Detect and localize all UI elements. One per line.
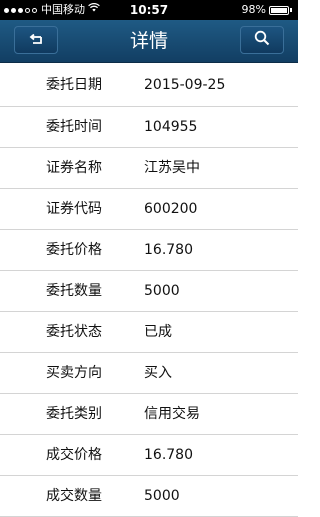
detail-value: 信用交易 <box>144 406 200 422</box>
detail-label: 委托类别 <box>46 406 102 422</box>
detail-row: 成交数量 5000 <box>0 476 298 517</box>
detail-list: 委托日期 2015-09-25 委托时间 104955 证券名称 江苏吴中 证券… <box>0 63 298 517</box>
detail-label: 证券代码 <box>46 201 102 217</box>
detail-value: 江苏吴中 <box>144 160 200 176</box>
detail-row: 委托状态 已成 <box>0 312 298 353</box>
detail-row: 委托数量 5000 <box>0 271 298 312</box>
detail-value: 买入 <box>144 365 172 381</box>
battery-icon <box>269 5 289 15</box>
detail-value: 5000 <box>144 283 180 299</box>
detail-row: 买卖方向 买入 <box>0 353 298 394</box>
detail-row: 委托价格 16.780 <box>0 230 298 271</box>
status-right: 98% <box>242 0 292 20</box>
detail-label: 委托时间 <box>46 119 102 135</box>
back-arrow-icon <box>28 31 44 50</box>
detail-row: 证券名称 江苏吴中 <box>0 148 298 189</box>
detail-value: 104955 <box>144 119 198 135</box>
detail-label: 成交数量 <box>46 488 102 504</box>
detail-label: 委托日期 <box>46 77 102 93</box>
detail-row: 证券代码 600200 <box>0 189 298 230</box>
status-bar: 中国移动 10:57 98% <box>0 0 298 20</box>
battery-fill <box>271 7 287 13</box>
detail-value: 2015-09-25 <box>144 77 226 93</box>
search-icon <box>254 30 270 50</box>
detail-label: 证券名称 <box>46 160 102 176</box>
detail-label: 成交价格 <box>46 447 102 463</box>
detail-label: 委托状态 <box>46 324 102 340</box>
detail-value: 16.780 <box>144 447 193 463</box>
detail-label: 买卖方向 <box>46 365 102 381</box>
detail-value: 16.780 <box>144 242 193 258</box>
detail-label: 委托价格 <box>46 242 102 258</box>
battery-percent: 98% <box>241 3 266 16</box>
search-button[interactable] <box>240 26 284 54</box>
detail-value: 600200 <box>144 201 198 217</box>
detail-row: 成交价格 16.780 <box>0 435 298 476</box>
detail-row: 委托日期 2015-09-25 <box>0 63 298 107</box>
back-button[interactable] <box>14 26 58 54</box>
nav-bar: 详情 <box>0 20 298 63</box>
battery-tip <box>290 8 292 12</box>
detail-value: 5000 <box>144 488 180 504</box>
detail-row: 委托时间 104955 <box>0 107 298 148</box>
detail-value: 已成 <box>144 324 172 340</box>
detail-label: 委托数量 <box>46 283 102 299</box>
detail-row: 委托类别 信用交易 <box>0 394 298 435</box>
